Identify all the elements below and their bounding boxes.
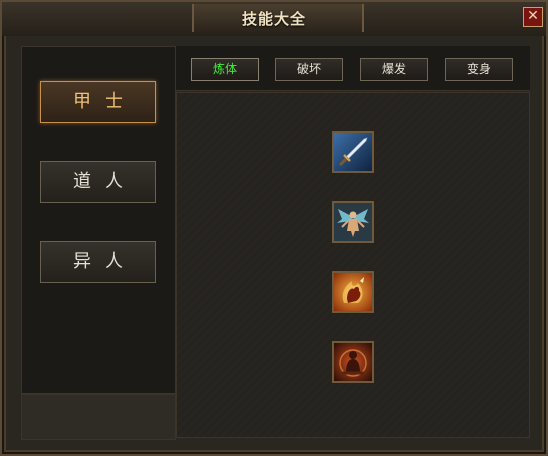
skill-slot[interactable]	[332, 271, 374, 313]
class-list-footer	[21, 394, 176, 440]
tab-baofa[interactable]: 爆发	[360, 58, 428, 81]
close-button[interactable]: ✕	[523, 7, 543, 27]
close-icon: ✕	[527, 8, 539, 24]
window-title: 技能大全	[241, 10, 306, 28]
class-button-jiashi[interactable]: 甲士	[40, 81, 156, 123]
sword-icon	[334, 133, 372, 171]
title-bar: 技能大全	[2, 2, 546, 36]
meditating-monk-icon	[334, 343, 372, 381]
winged-figure-icon	[334, 203, 372, 241]
tab-lianti[interactable]: 炼体	[191, 58, 259, 81]
skill-slot[interactable]	[332, 201, 374, 243]
skill-slot[interactable]	[332, 131, 374, 173]
class-button-yiren[interactable]: 异人	[40, 241, 156, 283]
skill-slot[interactable]	[332, 341, 374, 383]
skill-window: 技能大全 ✕ 甲士 道人 异人 炼体 破坏 爆发 变身	[0, 0, 548, 456]
flame-fist-icon	[334, 273, 372, 311]
class-button-daoren[interactable]: 道人	[40, 161, 156, 203]
tab-pohuai[interactable]: 破坏	[275, 58, 343, 81]
tab-bianshen[interactable]: 变身	[445, 58, 513, 81]
